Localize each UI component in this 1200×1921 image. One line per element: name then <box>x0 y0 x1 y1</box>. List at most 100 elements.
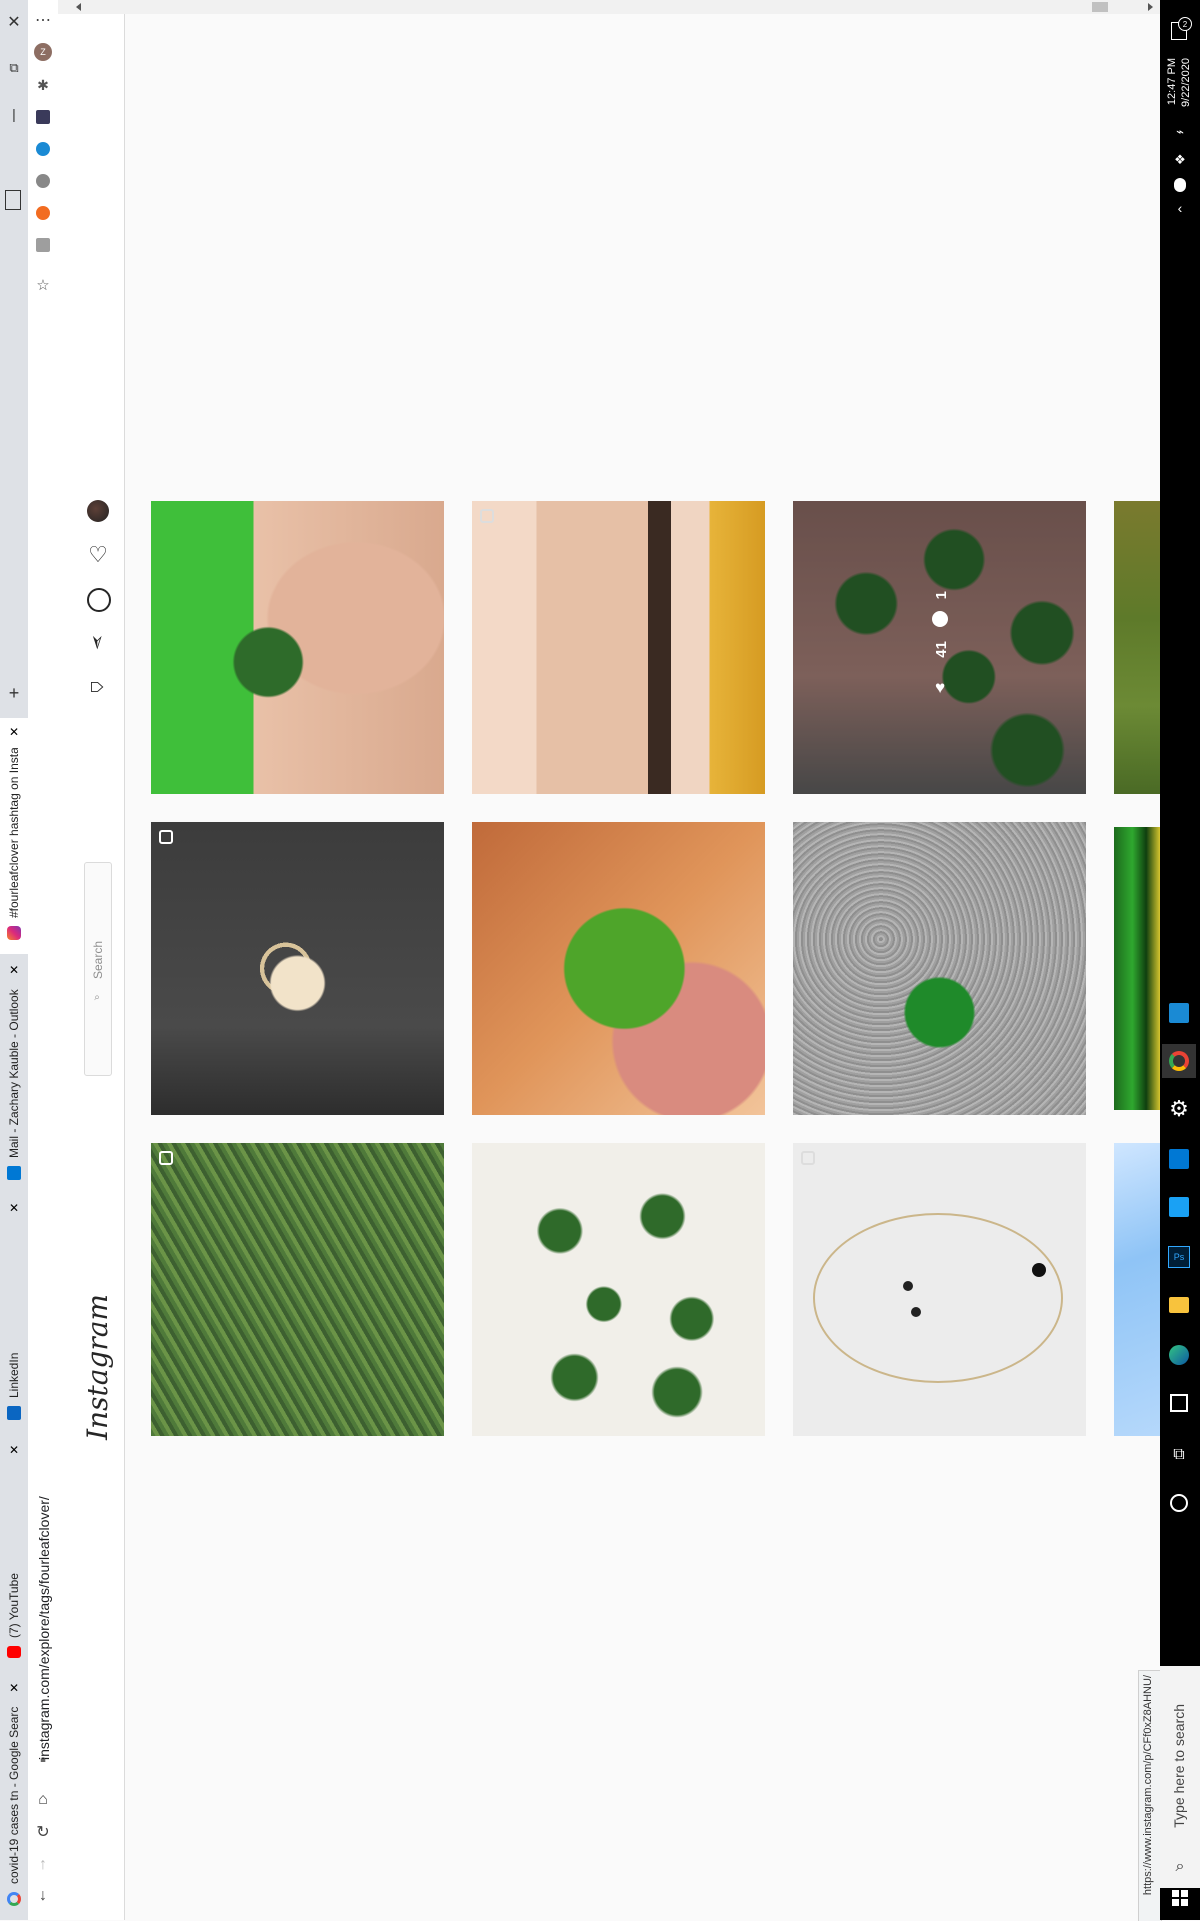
onedrive-icon[interactable] <box>1174 178 1186 192</box>
multi-post-icon <box>159 1151 173 1165</box>
comments-value: 1 <box>933 591 950 600</box>
explore-icon[interactable] <box>87 588 111 612</box>
show-hidden-icons[interactable]: ‹ <box>1170 198 1190 218</box>
tab-linkedin[interactable]: ✕ LinkedIn <box>0 1200 28 1436</box>
scroll-left-arrow[interactable] <box>76 3 81 11</box>
post-tile[interactable]: 41 ♥ 1 <box>793 501 1086 794</box>
windows-logo-icon <box>1172 1890 1188 1906</box>
profile-avatar[interactable] <box>87 500 109 522</box>
tab-close-icon[interactable]: ✕ <box>6 962 22 978</box>
clock-date[interactable]: 9/22/2020 <box>1180 58 1192 107</box>
tab-instagram[interactable]: ✕ #fourleafclover hashtag on Insta <box>0 718 28 954</box>
lock-icon: 🔒︎ <box>40 1753 46 1765</box>
post-tile[interactable] <box>793 1143 1086 1436</box>
instagram-logo[interactable]: Instagram <box>80 1294 116 1440</box>
bookmark-star-icon[interactable]: ☆ <box>34 276 52 294</box>
taskbar-outlook-icon[interactable] <box>1162 1142 1196 1176</box>
comment-icon <box>932 611 948 627</box>
taskbar-office-icon[interactable] <box>1162 1386 1196 1420</box>
taskbar-app-icon[interactable] <box>1162 996 1196 1030</box>
forward-button[interactable]: ↑ <box>33 1855 53 1875</box>
scrollbar-thumb[interactable] <box>1092 2 1108 12</box>
tab-close-icon[interactable]: ✕ <box>6 1680 22 1696</box>
taskbar-chrome-icon[interactable] <box>1162 1044 1196 1078</box>
status-url: https://www.instagram.com/p/CFf0xZ8AHNU/ <box>1138 1670 1162 1921</box>
linkedin-favicon-icon <box>7 1406 21 1420</box>
search-placeholder: Search <box>91 941 105 980</box>
extension-honey-icon[interactable] <box>36 206 50 220</box>
post-tile[interactable] <box>151 822 444 1115</box>
tab-search-icon[interactable] <box>5 190 21 210</box>
post-tile[interactable] <box>793 822 1086 1115</box>
taskbar <box>1160 0 1200 1920</box>
menu-icon[interactable]: ⋯ <box>33 10 53 30</box>
heart-icon: ♥ <box>934 678 946 697</box>
outlook-favicon-icon <box>7 1166 21 1180</box>
home-button[interactable]: ⌂ <box>33 1790 53 1810</box>
post-tile[interactable] <box>472 822 765 1115</box>
taskbar-file-explorer-icon[interactable] <box>1162 1288 1196 1322</box>
direct-icon[interactable]: ➢ <box>86 630 110 654</box>
window-close-button[interactable]: ✕ <box>4 12 24 32</box>
post-tile[interactable] <box>472 1143 765 1436</box>
taskbar-edge-icon[interactable] <box>1162 1338 1196 1372</box>
cortana-icon[interactable] <box>1162 1486 1196 1520</box>
tab-close-icon[interactable]: ✕ <box>6 1200 22 1216</box>
tab-outlook[interactable]: ✕ Mail - Zachary Kauble - Outlook <box>0 960 28 1196</box>
tab-title: LinkedIn <box>7 1352 21 1398</box>
window-minimize-button[interactable]: | <box>4 104 24 124</box>
horizontal-scrollbar[interactable] <box>58 0 1160 14</box>
clock-time[interactable]: 12:47 PM <box>1166 58 1178 105</box>
extension-grammar-icon[interactable] <box>36 142 50 156</box>
necklace-chain <box>813 1213 1063 1383</box>
google-favicon-icon <box>7 1892 21 1906</box>
post-tile[interactable] <box>1114 501 1160 794</box>
taskbar-maps-icon[interactable] <box>1162 1190 1196 1224</box>
reload-button[interactable]: ↻ <box>33 1822 53 1842</box>
notifications-icon[interactable]: 2 <box>1171 17 1192 40</box>
taskbar-search-box[interactable]: Type here to search ⌕ <box>1160 1666 1200 1888</box>
multi-post-icon <box>801 1151 815 1165</box>
task-view-icon[interactable]: ⧉ <box>1162 1438 1196 1472</box>
start-button[interactable] <box>1170 1888 1190 1908</box>
post-tile[interactable] <box>151 501 444 794</box>
multi-post-icon <box>480 509 494 523</box>
tab-youtube[interactable]: ✕ (7) YouTube <box>0 1440 28 1676</box>
dropbox-icon[interactable]: ❖ <box>1170 150 1190 170</box>
network-icon[interactable]: ⌁ <box>1170 122 1190 142</box>
tab-close-icon[interactable]: ✕ <box>6 724 22 740</box>
post-tile[interactable] <box>472 501 765 794</box>
taskbar-photoshop-icon[interactable]: Ps <box>1162 1240 1196 1274</box>
search-icon: ⌕ <box>94 991 100 1003</box>
taskbar-search-placeholder: Type here to search <box>1171 1704 1187 1828</box>
youtube-favicon-icon <box>7 1646 21 1658</box>
activity-icon[interactable]: ♡ <box>86 542 110 567</box>
home-icon[interactable]: ⌂ <box>86 675 111 699</box>
multi-post-icon <box>159 830 173 844</box>
taskbar-settings-icon[interactable]: ⚙ <box>1162 1092 1196 1126</box>
post-tile[interactable] <box>151 1143 444 1436</box>
clover-earring <box>903 1281 913 1291</box>
search-input[interactable]: Search ⌕ <box>84 862 112 1076</box>
tab-close-icon[interactable]: ✕ <box>6 1442 22 1458</box>
extension-chart-icon[interactable] <box>36 110 50 124</box>
new-tab-button[interactable]: + <box>4 683 24 703</box>
likes-count: 41 ♥ <box>929 641 953 701</box>
post-tile[interactable] <box>1114 1143 1160 1436</box>
scroll-right-arrow[interactable] <box>1148 3 1153 11</box>
extension-circle-icon[interactable] <box>36 174 50 188</box>
clover-charm <box>1032 1263 1046 1277</box>
tab-google[interactable]: ✕ covid-19 cases tn - Google Searc <box>0 1680 28 1920</box>
extensions-icon[interactable]: ✱ <box>34 76 52 94</box>
likes-value: 41 <box>933 641 950 658</box>
window-restore-button[interactable]: ⧉ <box>4 58 24 78</box>
post-tile[interactable] <box>1114 827 1160 1110</box>
back-button[interactable]: ↓ <box>33 1886 53 1906</box>
search-icon: ⌕ <box>1175 1858 1185 1875</box>
address-bar[interactable]: instagram.com/explore/tags/fourleafclove… <box>36 1470 52 1760</box>
tab-title: (7) YouTube <box>7 1573 21 1638</box>
tab-title: Mail - Zachary Kauble - Outlook <box>7 989 21 1158</box>
extension-g-icon[interactable] <box>36 238 50 252</box>
comments-count: 1 <box>929 591 953 631</box>
profile-avatar[interactable]: Z <box>34 43 52 61</box>
